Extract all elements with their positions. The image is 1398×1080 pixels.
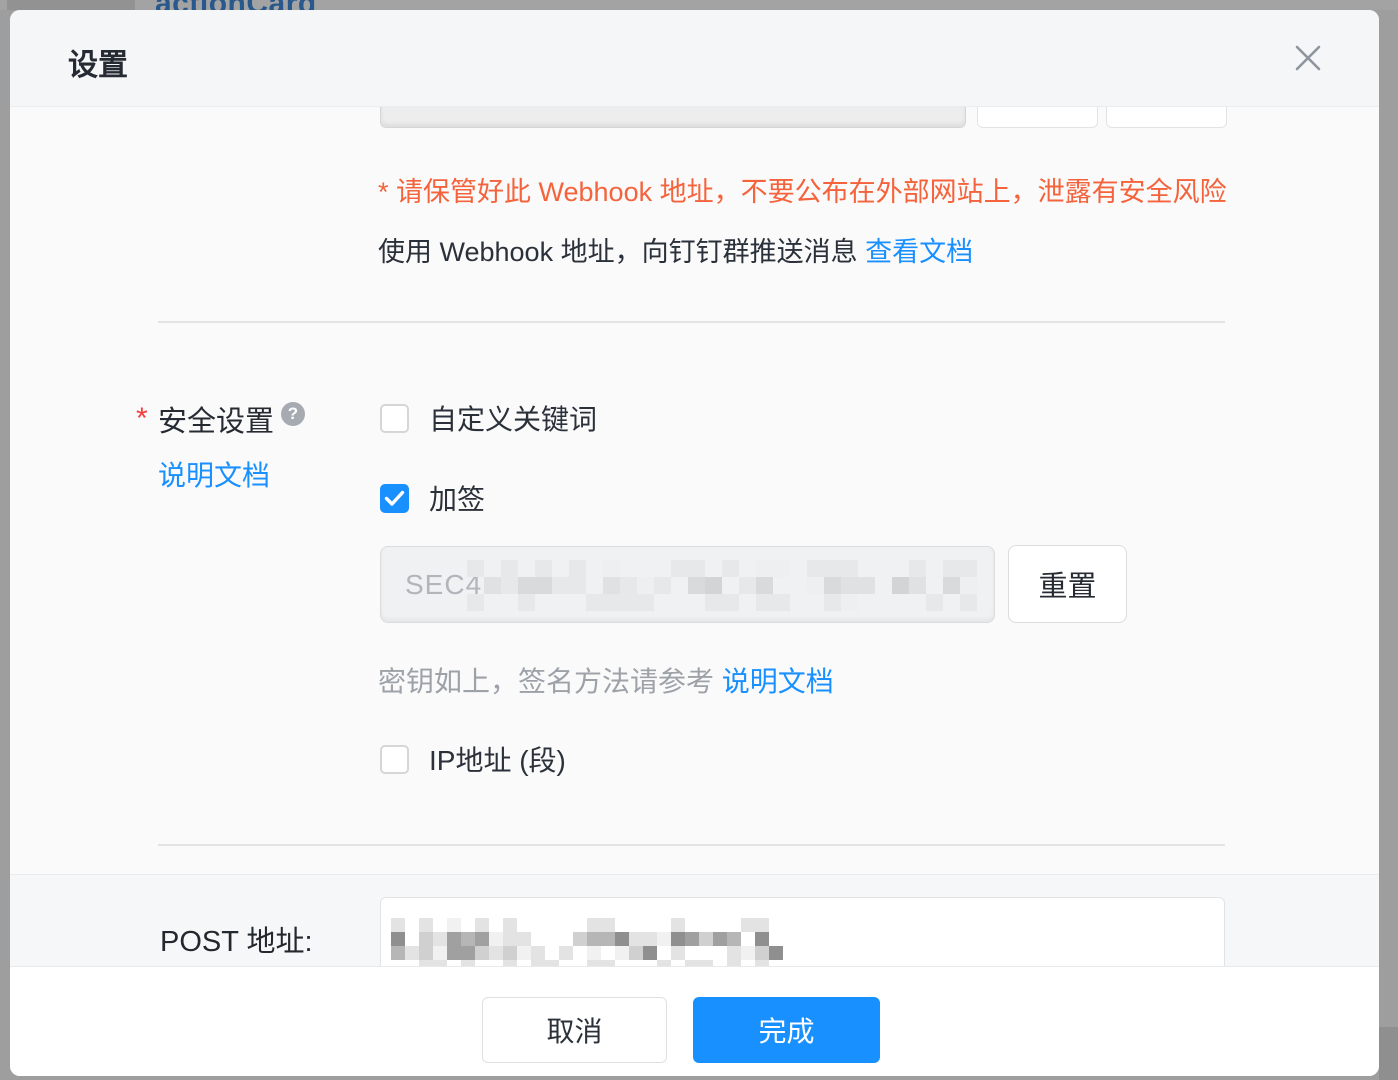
secret-hint-docs-link[interactable]: 说明文档: [722, 666, 834, 697]
sign-label: 加签: [429, 478, 485, 518]
help-icon[interactable]: ?: [281, 402, 305, 426]
background-actioncard-tab: actionCard: [155, 0, 317, 10]
ip-label: IP地址 (段): [429, 739, 566, 779]
section-divider: [158, 321, 1225, 323]
required-asterisk: *: [136, 402, 148, 436]
dimmed-page-background: actionCard: [0, 0, 1398, 10]
secret-key-input[interactable]: SEC4: [380, 546, 995, 623]
modal-footer: 取消 完成: [10, 966, 1379, 1076]
ip-checkbox[interactable]: [380, 745, 409, 774]
reset-button[interactable]: 重置: [1008, 545, 1127, 623]
secret-hint-row: 密钥如上，签名方法请参考 说明文档: [378, 660, 834, 700]
secret-hint-text: 密钥如上，签名方法请参考: [378, 666, 714, 697]
section-divider: [158, 844, 1225, 846]
modal-title: 设置: [68, 40, 128, 84]
webhook-warning-text: * 请保管好此 Webhook 地址，不要公布在外部网站上，泄露有安全风险: [378, 170, 1227, 209]
confirm-button[interactable]: 完成: [693, 997, 880, 1063]
view-docs-link[interactable]: 查看文档: [865, 237, 973, 267]
checkbox-row-ip[interactable]: IP地址 (段): [380, 739, 566, 779]
cancel-button[interactable]: 取消: [482, 997, 667, 1063]
checkbox-row-sign[interactable]: 加签: [380, 478, 485, 518]
webhook-usage-text: 使用 Webhook 地址，向钉钉群推送消息: [378, 237, 858, 267]
modal-body: * 请保管好此 Webhook 地址，不要公布在外部网站上，泄露有安全风险 使用…: [10, 10, 1379, 1076]
security-settings-label: 安全设置: [158, 398, 274, 440]
custom-keyword-checkbox[interactable]: [380, 404, 409, 433]
checkbox-row-custom-keyword[interactable]: 自定义关键词: [380, 398, 597, 438]
webhook-usage-row: 使用 Webhook 地址，向钉钉群推送消息 查看文档: [378, 230, 973, 269]
dimmed-page-footer-edge: [1379, 1027, 1398, 1080]
custom-keyword-label: 自定义关键词: [429, 398, 597, 438]
close-icon[interactable]: [1288, 38, 1328, 78]
dimmed-page-block: [7, 0, 135, 10]
secret-key-censored-mosaic: [467, 560, 977, 611]
screen: actionCard * 请保管好此 Webhook 地址，不要公布在外部网站上…: [0, 0, 1398, 1080]
modal-header: 设置: [10, 10, 1379, 107]
security-docs-link[interactable]: 说明文档: [158, 454, 270, 494]
sign-checkbox[interactable]: [380, 484, 409, 513]
post-address-label: POST 地址:: [160, 918, 313, 960]
settings-modal: * 请保管好此 Webhook 地址，不要公布在外部网站上，泄露有安全风险 使用…: [10, 10, 1379, 1076]
